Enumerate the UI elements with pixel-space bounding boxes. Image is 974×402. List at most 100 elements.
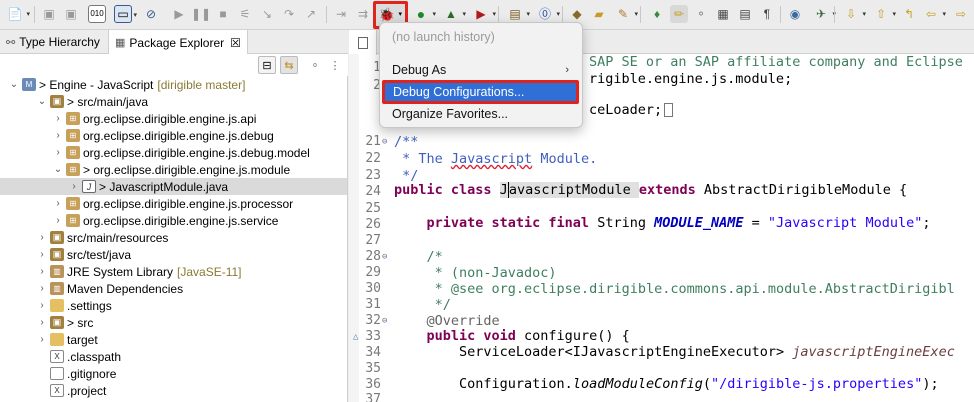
- expand-down-icon[interactable]: ⌄: [36, 96, 48, 107]
- coverage-icon[interactable]: ▲ ▾: [442, 5, 466, 23]
- last-edit-icon[interactable]: ↰: [900, 5, 918, 23]
- suspend-icon[interactable]: ❚❚: [191, 5, 211, 23]
- terminal-icon[interactable]: ▭ ▾: [114, 5, 137, 23]
- show-whitespace-icon[interactable]: ▦: [714, 5, 732, 23]
- menu-item-no-history: (no launch history): [392, 30, 495, 44]
- back-icon[interactable]: ⇦ ▾: [922, 5, 946, 23]
- fold-minus-icon[interactable]: ⊖: [382, 252, 387, 262]
- expand-right-icon[interactable]: ›: [36, 249, 48, 260]
- expand-right-icon[interactable]: ›: [68, 181, 80, 192]
- link-with-editor-icon[interactable]: ⇆: [280, 56, 298, 74]
- save-icon[interactable]: ▣: [40, 5, 58, 23]
- highlight-icon[interactable]: ✏: [670, 5, 688, 23]
- tree-item-package[interactable]: › ⊞ org.eclipse.dirigible.engine.js.serv…: [0, 212, 347, 229]
- formatting-icon[interactable]: ▤: [736, 5, 754, 23]
- skip-breakpoints-icon[interactable]: ⊘: [142, 5, 160, 23]
- keyword: private static final: [394, 215, 598, 231]
- expand-right-icon[interactable]: ›: [36, 334, 48, 345]
- tab-type-hierarchy[interactable]: ⚯ Type Hierarchy: [0, 30, 106, 54]
- more-options-icon[interactable]: ⋮: [326, 56, 344, 74]
- tab-package-explorer[interactable]: ▦ Package Explorer ☒: [108, 30, 248, 55]
- expand-right-icon[interactable]: ›: [36, 266, 48, 277]
- tree-item-library[interactable]: › ▥ JRE System Library [JavaSE-11]: [0, 263, 347, 280]
- folder-icon: ▣: [50, 316, 64, 329]
- binary-icon[interactable]: 010: [88, 5, 106, 23]
- step-over-icon[interactable]: ↷: [280, 5, 298, 23]
- expand-right-icon[interactable]: ›: [36, 317, 48, 328]
- new-icon[interactable]: 📄 ▾: [6, 5, 30, 23]
- toolbar-separator: [640, 6, 641, 23]
- tree-item-package[interactable]: › ⊞ org.eclipse.dirigible.engine.js.debu…: [0, 127, 347, 144]
- pin-icon[interactable]: ✈▾: [812, 5, 836, 23]
- close-icon[interactable]: ☒: [230, 36, 241, 50]
- tree-item-source-folder[interactable]: › ▣ src/test/java: [0, 246, 347, 263]
- paragraph-icon[interactable]: ¶: [758, 5, 776, 23]
- expand-right-icon[interactable]: ›: [36, 232, 48, 243]
- file-icon: [50, 367, 64, 380]
- tree-item-java-file[interactable]: › J > JavascriptModule.java: [0, 178, 347, 195]
- package-icon: ⊞: [66, 214, 80, 227]
- prev-annotation-icon[interactable]: ⇧ ▾: [872, 5, 896, 23]
- tree-item-package[interactable]: › ⊞ org.eclipse.dirigible.engine.js.proc…: [0, 195, 347, 212]
- tree-item-file[interactable]: .gitignore: [0, 365, 347, 382]
- run-icon[interactable]: ● ▾: [412, 5, 436, 23]
- block-selection-icon[interactable]: ⚬: [692, 5, 710, 23]
- mark-occurrences-icon[interactable]: ♦: [648, 5, 666, 23]
- line-number: 26: [365, 217, 381, 232]
- expand-right-icon[interactable]: ›: [52, 215, 64, 226]
- tree-item-source-folder[interactable]: › ▣ src/main/resources: [0, 229, 347, 246]
- tree-item-package[interactable]: ⌄ ⊞ > org.eclipse.dirigible.engine.js.mo…: [0, 161, 347, 178]
- menu-item-debug-configurations[interactable]: Debug Configurations...: [382, 80, 579, 104]
- tree-item-package[interactable]: › ⊞ org.eclipse.dirigible.engine.js.debu…: [0, 144, 347, 161]
- open-task-icon[interactable]: ▰: [590, 5, 608, 23]
- expand-down-icon[interactable]: ⌄: [8, 79, 20, 90]
- menu-item-organize-favorites[interactable]: Organize Favorites...: [386, 104, 577, 124]
- expand-right-icon[interactable]: ›: [52, 130, 64, 141]
- open-type-icon[interactable]: ◆: [568, 5, 586, 23]
- external-tools-icon[interactable]: ▶ ▾: [472, 5, 496, 23]
- tree-item-folder[interactable]: › target: [0, 331, 347, 348]
- expand-right-icon[interactable]: ›: [36, 300, 48, 311]
- tree-item-library[interactable]: › ▥ Maven Dependencies: [0, 280, 347, 297]
- resume-icon[interactable]: ▶: [170, 5, 188, 23]
- use-step-filters-icon[interactable]: ⇉: [354, 5, 372, 23]
- tree-item-label: .project: [67, 383, 107, 398]
- search-icon[interactable]: ✎ ▾: [614, 5, 638, 23]
- tree-item-project[interactable]: ⌄ M > Engine - JavaScript [dirigible mas…: [0, 76, 347, 93]
- debug-dropdown-menu: (no launch history) Debug As › Debug Con…: [379, 22, 583, 128]
- disconnect-icon[interactable]: ⚟: [236, 5, 254, 23]
- menu-item-debug-as[interactable]: Debug As ›: [386, 60, 577, 80]
- tree-item-file[interactable]: X .project: [0, 382, 347, 399]
- expand-right-icon[interactable]: ›: [52, 198, 64, 209]
- tree-item-label: src/main/resources: [67, 230, 169, 245]
- drop-to-frame-icon[interactable]: ⇥: [332, 5, 350, 23]
- expand-right-icon[interactable]: ›: [52, 113, 64, 124]
- folded-marker-icon[interactable]: [664, 103, 674, 117]
- save-all-icon[interactable]: ▣: [62, 5, 80, 23]
- fold-minus-icon[interactable]: ⊖: [382, 316, 387, 326]
- collapse-all-icon[interactable]: ⊟: [258, 56, 276, 74]
- submenu-arrow-icon: ›: [565, 64, 569, 76]
- tree-item-file[interactable]: X .classpath: [0, 348, 347, 365]
- code-line: private static final String MODULE_NAME …: [394, 215, 931, 231]
- tree-item-folder[interactable]: › ▣ > src: [0, 314, 347, 331]
- next-annotation-icon[interactable]: ⇩ ▾: [842, 5, 866, 23]
- editor-tab[interactable]: [349, 30, 377, 55]
- expand-down-icon[interactable]: ⌄: [52, 164, 64, 175]
- tree-item-package[interactable]: › ⊞ org.eclipse.dirigible.engine.js.api: [0, 110, 347, 127]
- expand-right-icon[interactable]: ›: [52, 147, 64, 158]
- new-java-project-icon[interactable]: ▤ ▾: [506, 5, 530, 23]
- step-return-icon[interactable]: ↗: [302, 5, 320, 23]
- debug-icon[interactable]: 🐞 ▾: [378, 5, 402, 23]
- tree-item-folder[interactable]: › .settings: [0, 297, 347, 314]
- step-into-icon[interactable]: ↘: [258, 5, 276, 23]
- globe-icon[interactable]: ◉: [786, 5, 804, 23]
- tree-item-label: > JavascriptModule.java: [99, 179, 229, 194]
- terminate-icon[interactable]: ■: [214, 5, 232, 23]
- view-menu-icon[interactable]: ⚬: [306, 56, 324, 74]
- tree-item-source-folder[interactable]: ⌄ ▣ > src/main/java: [0, 93, 347, 110]
- new-class-icon[interactable]: ⓪ ▾: [536, 5, 560, 23]
- expand-right-icon[interactable]: ›: [36, 283, 48, 294]
- fold-minus-icon[interactable]: ⊖: [382, 137, 387, 147]
- forward-icon[interactable]: ⇨: [952, 5, 970, 23]
